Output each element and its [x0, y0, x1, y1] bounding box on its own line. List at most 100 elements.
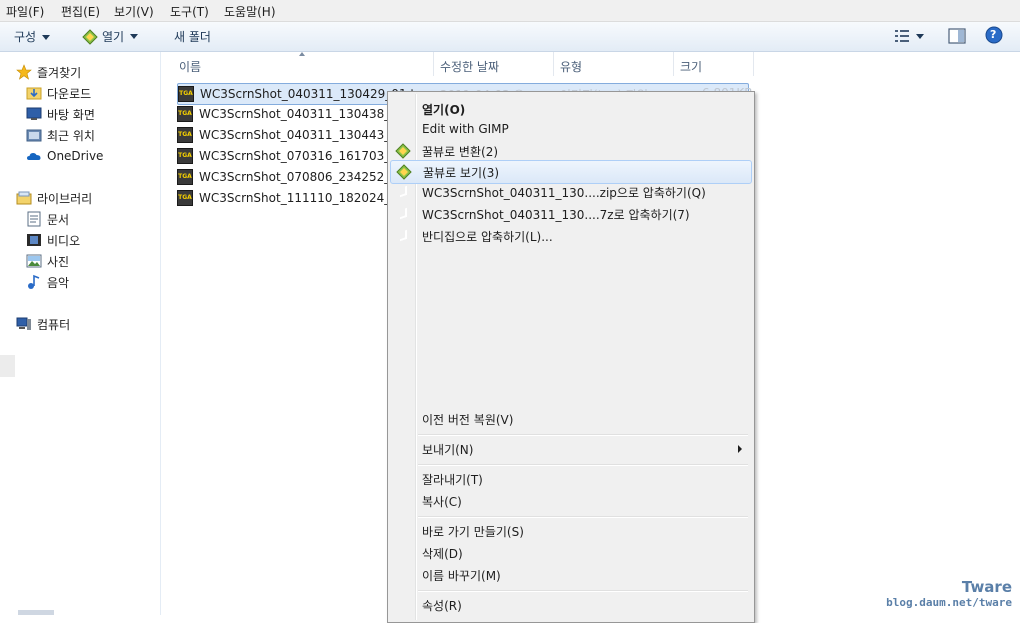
nav-videos-label: 비디오 [47, 233, 81, 248]
tga-file-icon: TGA [177, 127, 193, 143]
menu-separator [418, 590, 748, 592]
nav-downloads[interactable]: 다운로드 [26, 84, 91, 102]
nav-videos[interactable]: 비디오 [26, 231, 80, 249]
nav-libraries-label: 라이브러리 [37, 191, 93, 206]
horizontal-scrollbar-thumb[interactable] [18, 610, 54, 615]
nav-computer[interactable]: 컴퓨터 [16, 315, 70, 333]
nav-pictures[interactable]: 사진 [26, 252, 69, 270]
file-row[interactable]: TGA WC3ScrnShot_070316_161703_01 [177, 146, 406, 166]
help-button[interactable]: ? [985, 26, 1003, 47]
context-menu: 열기(O) Edit with GIMP 꿀뷰로 변환(2) 꿀뷰로 보기(3)… [387, 91, 755, 623]
file-name: WC3ScrnShot_070806_234252_01 [199, 170, 406, 184]
organize-button[interactable]: 구성 [14, 28, 51, 45]
nav-documents-label: 문서 [47, 212, 70, 227]
menu-edit-gimp[interactable]: Edit with GIMP [390, 119, 750, 141]
nav-favorites[interactable]: 즐겨찾기 [16, 63, 81, 81]
sort-ascending-icon [299, 52, 305, 56]
tga-file-icon: TGA [177, 106, 193, 122]
file-row[interactable]: TGA WC3ScrnShot_040311_130443_03 [177, 125, 406, 145]
menu-edit[interactable]: 편집(E) [61, 3, 100, 20]
music-note-icon [28, 274, 40, 289]
menu-open-label: 열기(O) [422, 103, 466, 117]
menu-separator [418, 464, 748, 466]
menu-honeyview-view-label: 꿀뷰로 보기(3) [423, 166, 500, 180]
column-divider[interactable] [673, 52, 674, 76]
submenu-arrow-icon [738, 445, 742, 453]
command-bar: 구성 열기 새 폴더 ? [0, 22, 1020, 52]
file-row[interactable]: TGA WC3ScrnShot_040311_130438_02 [177, 104, 406, 124]
column-size[interactable]: 크기 [680, 58, 702, 75]
tga-file-icon: TGA [178, 86, 194, 102]
navigation-pane: 즐겨찾기 다운로드 바탕 화면 최근 위치 OneDrive 라이브러리 문서 … [0, 52, 161, 615]
bandizip-icon [395, 206, 411, 222]
nav-music[interactable]: 음악 [26, 273, 69, 291]
help-glyph: ? [990, 28, 997, 41]
menu-rename[interactable]: 이름 바꾸기(M) [390, 564, 750, 586]
honeyview-icon [395, 143, 411, 159]
menu-compress-7z-label: WC3ScrnShot_040311_130....7z로 압축하기(7) [422, 208, 690, 222]
menu-compress-zip[interactable]: WC3ScrnShot_040311_130....zip으로 압축하기(Q) [390, 181, 750, 203]
libraries-icon [16, 191, 32, 205]
menu-help[interactable]: 도움말(H) [224, 3, 276, 20]
nav-onedrive-label: OneDrive [47, 149, 104, 163]
menu-tools[interactable]: 도구(T) [170, 3, 209, 20]
menu-bandizip[interactable]: 반디집으로 압축하기(L)... [390, 225, 750, 247]
menu-open[interactable]: 열기(O) [390, 98, 750, 120]
file-row[interactable]: TGA WC3ScrnShot_070806_234252_01 [177, 167, 406, 187]
nav-documents[interactable]: 문서 [26, 210, 69, 228]
tga-file-icon: TGA [177, 148, 193, 164]
menu-cut[interactable]: 잘라내기(T) [390, 468, 750, 490]
column-divider[interactable] [433, 52, 434, 76]
menu-honeyview-convert[interactable]: 꿀뷰로 변환(2) [390, 140, 750, 162]
bandizip-icon [395, 228, 411, 244]
nav-music-label: 음악 [47, 275, 70, 290]
menu-restore-previous-label: 이전 버전 복원(V) [422, 413, 514, 427]
file-name: WC3ScrnShot_040311_130443_03 [199, 128, 406, 142]
open-button[interactable]: 열기 [82, 28, 139, 45]
nav-computer-label: 컴퓨터 [37, 317, 71, 332]
nav-pictures-label: 사진 [47, 254, 70, 269]
menu-separator [418, 434, 748, 436]
file-name: WC3ScrnShot_040311_130438_02 [199, 107, 406, 121]
splitter-handle[interactable] [0, 355, 15, 377]
menu-file[interactable]: 파일(F) [6, 3, 44, 20]
honeyview-icon [82, 28, 98, 45]
nav-onedrive[interactable]: OneDrive [26, 147, 103, 165]
menu-properties[interactable]: 속성(R) [390, 594, 750, 616]
chevron-down-icon [130, 34, 139, 39]
menu-delete[interactable]: 삭제(D) [390, 542, 750, 564]
column-modified[interactable]: 수정한 날짜 [440, 58, 499, 75]
menu-copy[interactable]: 복사(C) [390, 490, 750, 512]
menu-compress-7z[interactable]: WC3ScrnShot_040311_130....7z로 압축하기(7) [390, 203, 750, 225]
organize-label: 구성 [14, 30, 37, 44]
nav-recent-label: 최근 위치 [47, 128, 95, 143]
nav-libraries[interactable]: 라이브러리 [16, 189, 92, 207]
nav-downloads-label: 다운로드 [47, 86, 92, 101]
menu-delete-label: 삭제(D) [422, 547, 463, 561]
column-divider[interactable] [553, 52, 554, 76]
view-options-button[interactable] [894, 29, 924, 43]
preview-pane-button[interactable] [948, 28, 966, 47]
file-row[interactable]: TGA WC3ScrnShot_111110_182024_01 [177, 188, 406, 208]
menu-create-shortcut-label: 바로 가기 만들기(S) [422, 525, 524, 539]
column-name[interactable]: 이름 [179, 58, 201, 75]
tga-file-icon: TGA [177, 169, 193, 185]
menu-compress-zip-label: WC3ScrnShot_040311_130....zip으로 압축하기(Q) [422, 186, 706, 200]
computer-icon [16, 317, 31, 330]
column-divider[interactable] [753, 52, 754, 76]
column-type[interactable]: 유형 [560, 58, 582, 75]
downloads-folder-icon [26, 87, 42, 100]
menu-bandizip-label: 반디집으로 압축하기(L)... [422, 230, 553, 244]
menu-cut-label: 잘라내기(T) [422, 473, 483, 487]
menu-copy-label: 복사(C) [422, 495, 462, 509]
menu-restore-previous[interactable]: 이전 버전 복원(V) [390, 408, 750, 430]
honeyview-icon [396, 164, 412, 180]
menu-send-to[interactable]: 보내기(N) [390, 438, 750, 460]
documents-icon [27, 211, 41, 227]
new-folder-button[interactable]: 새 폴더 [174, 28, 211, 45]
menu-view[interactable]: 보기(V) [114, 3, 154, 20]
menu-create-shortcut[interactable]: 바로 가기 만들기(S) [390, 520, 750, 542]
nav-desktop[interactable]: 바탕 화면 [26, 105, 95, 123]
nav-recent[interactable]: 최근 위치 [26, 126, 95, 144]
pictures-icon [26, 254, 42, 268]
